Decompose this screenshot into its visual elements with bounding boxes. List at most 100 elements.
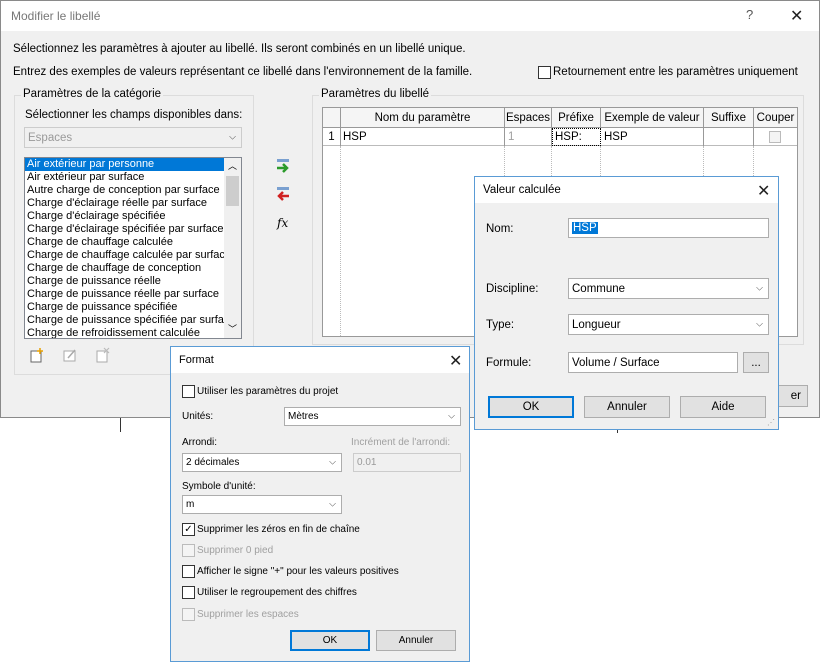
- chevron-down-icon: ⌵: [329, 455, 336, 466]
- regroupement-checkbox[interactable]: [182, 586, 195, 599]
- list-item[interactable]: Air extérieur par surface: [25, 171, 225, 184]
- symbole-combo[interactable]: m ⌵: [182, 495, 342, 514]
- format-dialog: Format ✕ Utiliser les paramètres du proj…: [170, 346, 470, 662]
- valeur-close-button[interactable]: ✕: [757, 181, 770, 201]
- regroupement-label: Utiliser le regroupement des chiffres: [197, 587, 357, 598]
- col-header-nom[interactable]: Nom du paramètre: [341, 108, 505, 128]
- table-header: Nom du paramètre Espaces Préfixe Exemple…: [323, 108, 797, 128]
- type-label: Type:: [486, 319, 515, 331]
- row-prefixe[interactable]: HSP:: [552, 128, 601, 146]
- increment-input: 0.01: [353, 453, 461, 472]
- valeur-aide-button[interactable]: Aide: [680, 396, 766, 418]
- increment-value: 0.01: [357, 457, 377, 468]
- valeur-calculee-dialog: Valeur calculée ✕ Nom: HSP Discipline: C…: [474, 176, 779, 430]
- formule-label: Formule:: [486, 357, 532, 369]
- valeur-annuler-button[interactable]: Annuler: [584, 396, 670, 418]
- discipline-value: Commune: [572, 282, 626, 295]
- format-close-button[interactable]: ✕: [449, 351, 462, 371]
- valeur-aide-label: Aide: [711, 401, 735, 413]
- formule-ellipsis-button[interactable]: ...: [743, 352, 769, 373]
- remove-parameter-arrow-icon[interactable]: [274, 185, 292, 203]
- list-item[interactable]: Charge d'éclairage spécifiée par surface: [25, 223, 225, 236]
- supprimer-espaces-checkbox: [182, 608, 195, 621]
- valeur-ok-button[interactable]: OK: [488, 396, 574, 418]
- supprimer-zeros-label: Supprimer les zéros en fin de chaîne: [197, 524, 360, 535]
- format-title-bar: Format ✕: [171, 347, 469, 373]
- scroll-thumb[interactable]: [226, 176, 239, 206]
- valeur-ok-label: OK: [522, 401, 540, 413]
- symbole-value: m: [186, 499, 195, 510]
- col-header-espaces[interactable]: Espaces: [505, 108, 552, 128]
- row-exemple[interactable]: HSP: [601, 128, 704, 146]
- ellipsis-label: ...: [751, 356, 761, 369]
- fields-list[interactable]: Air extérieur par personne Air extérieur …: [24, 157, 242, 339]
- list-item[interactable]: Charge de puissance spécifiée: [25, 301, 225, 314]
- list-item[interactable]: Charge de chauffage calculée: [25, 236, 225, 249]
- list-item[interactable]: Charge de refroidissement calculée: [25, 327, 225, 338]
- col-header-couper[interactable]: Couper: [754, 108, 797, 128]
- symbole-label: Symbole d'unité:: [182, 481, 256, 492]
- type-combo[interactable]: Longueur ⌵: [568, 314, 769, 335]
- unites-combo[interactable]: Mètres ⌵: [284, 407, 461, 426]
- discipline-combo[interactable]: Commune ⌵: [568, 278, 769, 299]
- list-scrollbar[interactable]: ︿ ﹀: [224, 158, 241, 338]
- new-parameter-icon[interactable]: [29, 347, 45, 363]
- format-ok-label: OK: [322, 635, 338, 646]
- use-project-checkbox[interactable]: [182, 385, 195, 398]
- chevron-down-icon: ⌵: [448, 409, 455, 420]
- row-couper-checkbox[interactable]: [769, 131, 781, 143]
- table-row[interactable]: 1 HSP 1 HSP: HSP: [323, 128, 797, 146]
- resize-grip-icon[interactable]: ⋰: [767, 418, 775, 427]
- list-item[interactable]: Charge de puissance spécifiée par surfac…: [25, 314, 225, 327]
- format-annuler-button[interactable]: Annuler: [376, 630, 456, 651]
- discipline-label: Discipline:: [486, 283, 539, 295]
- arrondi-combo[interactable]: 2 décimales ⌵: [182, 453, 342, 472]
- use-project-label: Utiliser les paramètres du projet: [197, 386, 339, 397]
- nom-label: Nom:: [486, 223, 514, 235]
- format-ok-button[interactable]: OK: [290, 630, 370, 651]
- partial-hidden-button-label: er: [790, 390, 801, 402]
- instruction-2: Entrez des exemples de valeurs représent…: [13, 66, 473, 78]
- label-params-group-label: Paramètres du libellé: [319, 88, 432, 100]
- supprimer-zeros-checkbox[interactable]: ✓: [182, 523, 195, 536]
- edit-parameter-icon[interactable]: [62, 347, 78, 363]
- dialog-title: Modifier le libellé: [11, 9, 101, 23]
- delete-parameter-icon[interactable]: [95, 347, 111, 363]
- category-group-label: Paramètres de la catégorie: [21, 88, 164, 100]
- format-title: Format: [179, 354, 214, 366]
- unites-value: Mètres: [288, 411, 319, 422]
- list-item[interactable]: Charge d'éclairage spécifiée: [25, 210, 225, 223]
- list-item[interactable]: Charge de chauffage calculée par surface: [25, 249, 225, 262]
- close-button[interactable]: ✕: [790, 6, 803, 26]
- increment-label: Incrément de l'arrondi:: [351, 437, 451, 448]
- afficher-signe-label: Afficher le signe "+" pour les valeurs p…: [197, 566, 399, 577]
- row-suffixe[interactable]: [704, 128, 754, 146]
- list-item[interactable]: Autre charge de conception par surface: [25, 184, 225, 197]
- valeur-title-bar: Valeur calculée ✕: [475, 177, 778, 203]
- formula-fx-icon[interactable]: fx: [277, 216, 288, 230]
- supprimer-espaces-label: Supprimer les espaces: [197, 609, 299, 620]
- row-espaces[interactable]: 1: [505, 128, 552, 146]
- row-num: 1: [323, 128, 341, 146]
- supprimer-pied-label: Supprimer 0 pied: [197, 545, 274, 556]
- help-button[interactable]: ?: [746, 7, 753, 22]
- formule-input[interactable]: Volume / Surface: [568, 352, 738, 373]
- col-header-prefixe[interactable]: Préfixe: [552, 108, 601, 128]
- chevron-down-icon: ⌵: [756, 281, 763, 292]
- scroll-down-icon[interactable]: ﹀: [228, 322, 237, 335]
- valeur-annuler-label: Annuler: [607, 401, 647, 413]
- list-item[interactable]: Air extérieur par personne: [25, 158, 225, 171]
- col-header-exemple[interactable]: Exemple de valeur: [601, 108, 704, 128]
- list-item[interactable]: Charge de puissance réelle: [25, 275, 225, 288]
- list-item[interactable]: Charge de chauffage de conception: [25, 262, 225, 275]
- list-item[interactable]: Charge d'éclairage réelle par surface: [25, 197, 225, 210]
- col-header-suffixe[interactable]: Suffixe: [704, 108, 754, 128]
- row-param-name[interactable]: HSP: [341, 128, 505, 146]
- nom-input[interactable]: HSP: [568, 218, 769, 238]
- add-parameter-arrow-icon[interactable]: [274, 157, 292, 175]
- list-item[interactable]: Charge de puissance réelle par surface: [25, 288, 225, 301]
- retournement-checkbox[interactable]: [538, 66, 551, 79]
- scroll-up-icon[interactable]: ︿: [228, 159, 237, 172]
- nom-input-value: HSP: [572, 222, 598, 234]
- afficher-signe-checkbox[interactable]: [182, 565, 195, 578]
